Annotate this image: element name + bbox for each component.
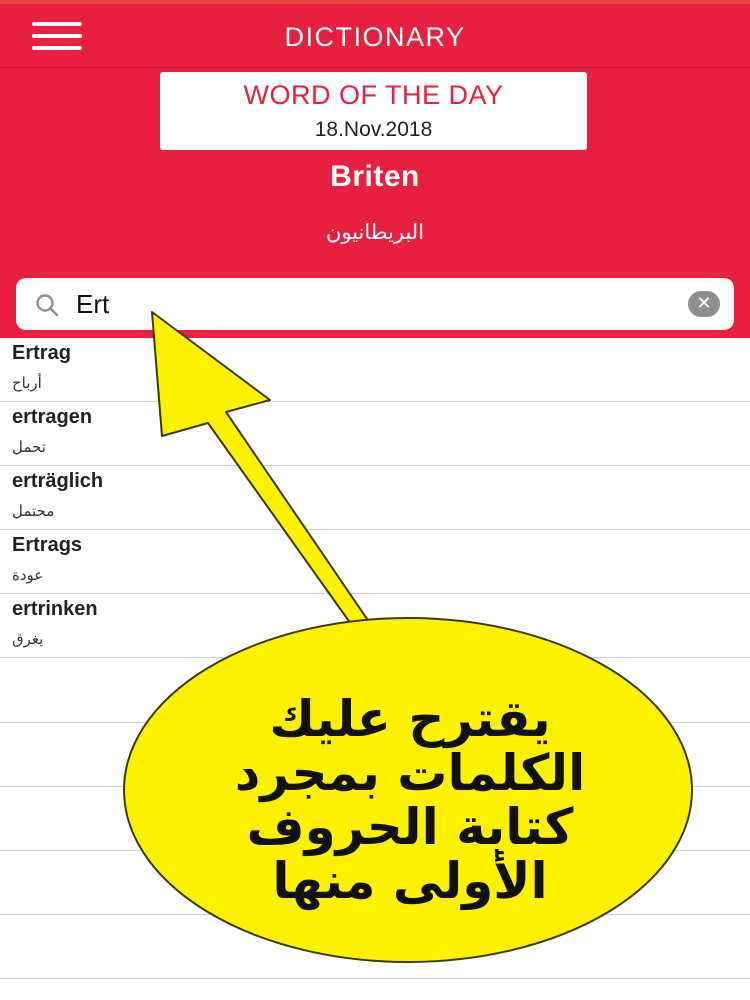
annotation-text: يقترح عليك الكلمات بمجرد كتابة الحروف ال…: [140, 692, 680, 908]
result-translation: يغرق: [12, 630, 44, 648]
list-item[interactable]: erträglich محتمل: [0, 466, 750, 530]
list-item[interactable]: Ertrag أرباح: [0, 338, 750, 402]
search-input[interactable]: [76, 286, 676, 322]
word-of-the-day-word[interactable]: Briten: [0, 160, 750, 194]
list-item[interactable]: ertragen تحمل: [0, 402, 750, 466]
annotation-line: يقترح عليك: [269, 690, 551, 748]
app-header: DICTIONARY WORD OF THE DAY 18.Nov.2018 B…: [0, 4, 750, 272]
word-of-the-day-card[interactable]: WORD OF THE DAY 18.Nov.2018: [160, 72, 587, 150]
result-word: ertrinken: [12, 598, 98, 620]
nav-divider: [0, 67, 750, 68]
result-word: Ertrag: [12, 342, 71, 364]
list-item[interactable]: ertrinken يغرق: [0, 594, 750, 658]
list-item[interactable]: Ertrags عودة: [0, 530, 750, 594]
nav-bar: DICTIONARY: [0, 4, 750, 68]
word-of-the-day-heading: WORD OF THE DAY: [243, 80, 504, 110]
result-word: erträglich: [12, 470, 104, 492]
annotation-line: الأولى منها: [272, 852, 548, 910]
annotation-line: الكلمات بمجرد: [234, 744, 586, 802]
result-translation: تحمل: [12, 438, 46, 456]
result-translation: أرباح: [12, 374, 42, 392]
app-title: DICTIONARY: [284, 22, 466, 52]
list-divider: [0, 978, 750, 979]
list-divider: [0, 914, 750, 915]
result-translation: عودة: [12, 566, 44, 584]
search-icon: [36, 294, 59, 317]
clear-icon[interactable]: ✕: [688, 291, 720, 317]
search-bar-container: ✕: [0, 272, 750, 338]
annotation-line: كتابة الحروف: [246, 798, 574, 856]
result-word: Ertrags: [12, 534, 83, 556]
result-word: ertragen: [12, 406, 93, 428]
search-box[interactable]: ✕: [16, 278, 734, 330]
word-of-the-day-translation: البريطانيون: [325, 220, 425, 244]
result-translation: محتمل: [12, 502, 55, 520]
word-of-the-day-date: 18.Nov.2018: [314, 118, 433, 141]
